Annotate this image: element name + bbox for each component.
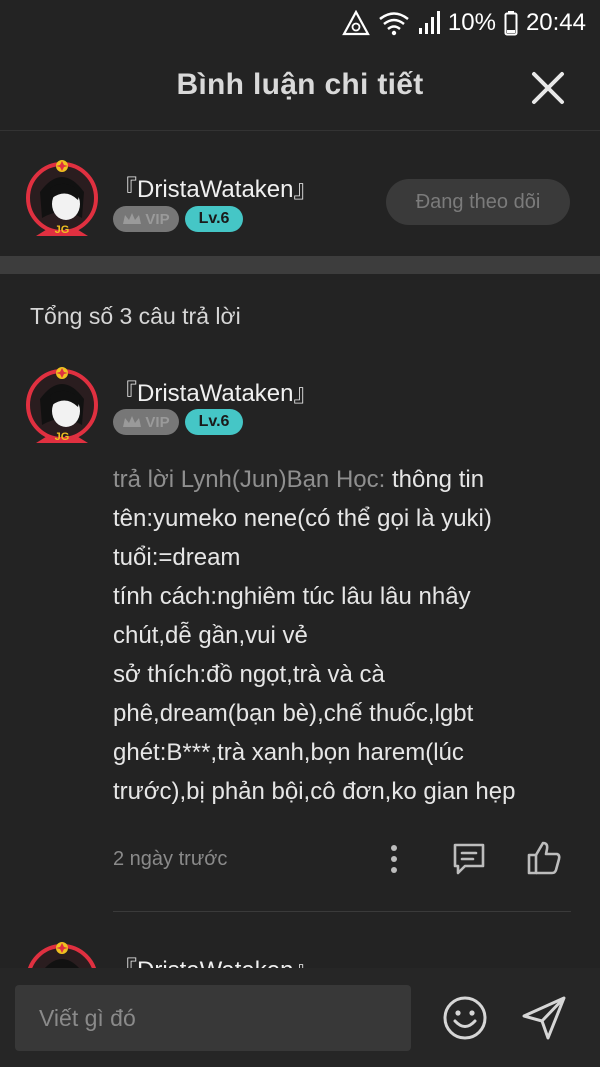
wifi-icon bbox=[379, 12, 409, 36]
like-icon[interactable] bbox=[526, 840, 562, 876]
vip-badge: VIP bbox=[113, 206, 179, 232]
total-replies-label: Tổng số 3 câu trả lời bbox=[30, 303, 241, 329]
comment-line: tên:yumeko nene(có thể gọi là yuki) bbox=[113, 505, 492, 532]
author-name[interactable]: 『DristaWataken』 bbox=[113, 169, 318, 204]
comment-line: thông tin bbox=[385, 466, 485, 493]
reply-comment-icon[interactable] bbox=[452, 842, 486, 876]
comment-avatar[interactable]: JG bbox=[22, 365, 102, 445]
reply-prefix[interactable]: trả lời Lynh(Jun)Bạn Học: bbox=[113, 466, 385, 493]
follow-button[interactable]: Đang theo dõi bbox=[386, 179, 570, 225]
signal-icon bbox=[418, 11, 440, 34]
comment-divider bbox=[113, 911, 571, 912]
next-comment-author-name[interactable]: 『DristaWataken』 bbox=[113, 950, 318, 968]
battery-icon bbox=[504, 11, 518, 36]
status-time: 20:44 bbox=[525, 9, 586, 36]
comment-line: ghét:B***,trà xanh,bọn harem(lúc bbox=[113, 739, 464, 766]
svg-text:JG: JG bbox=[55, 224, 70, 236]
comment-input[interactable] bbox=[37, 1003, 411, 1033]
avatar[interactable]: JG bbox=[22, 158, 102, 238]
comment-line: chút,dễ gần,vui vẻ bbox=[113, 622, 308, 649]
comment-line: tính cách:nghiêm túc lâu lâu nhây bbox=[113, 583, 471, 610]
comment-timestamp: 2 ngày trước bbox=[113, 848, 228, 870]
comment-text: trả lời Lynh(Jun)Bạn Học: thông tin tên:… bbox=[113, 460, 563, 811]
comment-level-badge: Lv.6 bbox=[185, 409, 243, 435]
comment-line: tuổi:=dream bbox=[113, 544, 241, 571]
status-bar: 10% 20:44 bbox=[0, 0, 600, 46]
comment-line: sở thích:đồ ngọt,trà và cà bbox=[113, 661, 385, 688]
header: Bình luận chi tiết bbox=[0, 46, 600, 131]
crown-icon bbox=[123, 416, 142, 427]
comment-vip-badge: VIP bbox=[113, 409, 179, 435]
close-icon[interactable] bbox=[530, 70, 566, 106]
comment-line: phê,dream(bạn bè),chế thuốc,lgbt bbox=[113, 700, 474, 727]
battery-percent: 10% bbox=[447, 9, 496, 36]
more-options-icon[interactable] bbox=[384, 843, 404, 875]
comment-author-name[interactable]: 『DristaWataken』 bbox=[113, 373, 318, 408]
page-title: Bình luận chi tiết bbox=[176, 68, 424, 101]
comment-input-container[interactable] bbox=[15, 985, 411, 1051]
send-icon[interactable] bbox=[520, 994, 568, 1042]
next-comment-partial: 『DristaWataken』 bbox=[0, 930, 600, 968]
crown-icon bbox=[123, 213, 142, 224]
next-comment-avatar[interactable] bbox=[22, 940, 102, 968]
section-divider bbox=[0, 256, 600, 274]
compose-bar bbox=[0, 968, 600, 1067]
level-badge: Lv.6 bbox=[185, 206, 243, 232]
svg-text:JG: JG bbox=[55, 431, 70, 443]
alert-triangle-icon bbox=[342, 10, 370, 36]
comment-line: trước),bị phản bội,cô đơn,ko gian hẹp bbox=[113, 778, 516, 805]
emoji-icon[interactable] bbox=[442, 995, 488, 1041]
